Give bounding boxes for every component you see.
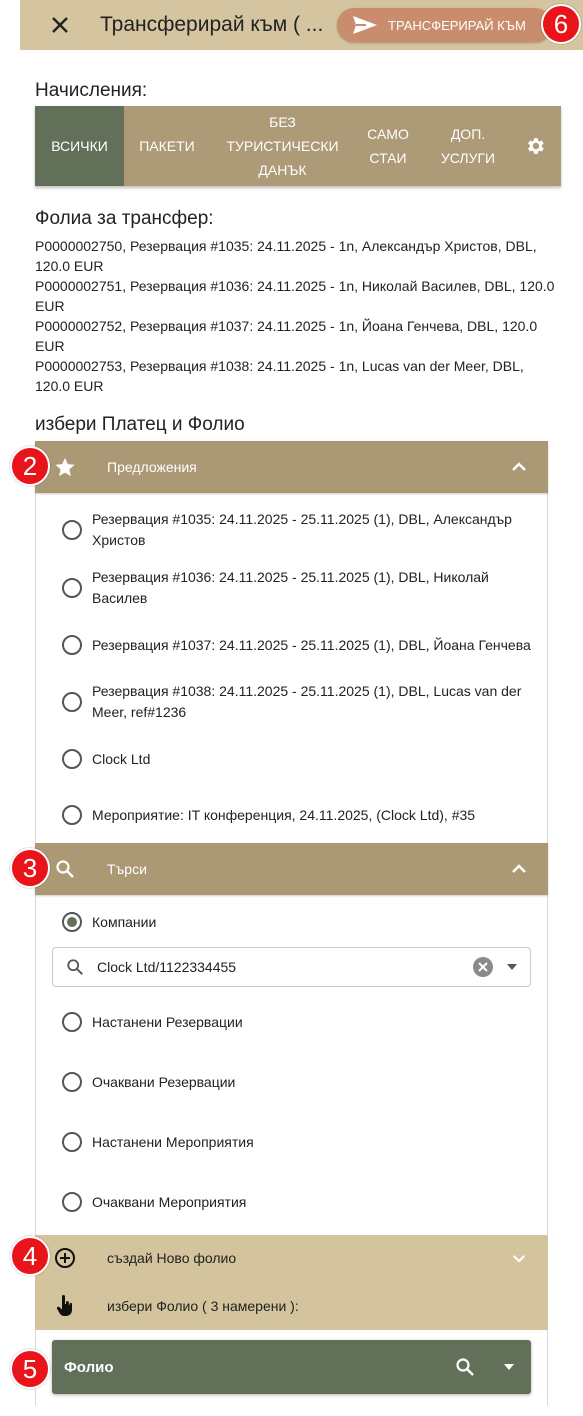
step-badge-4: 4 [10, 1236, 50, 1276]
star-icon [55, 457, 75, 477]
step-badge-5: 5 [10, 1349, 50, 1389]
radio-button[interactable] [62, 635, 82, 655]
chevron-up-icon [512, 462, 526, 471]
clear-button[interactable] [472, 956, 494, 978]
radio-button[interactable] [62, 1192, 82, 1212]
folio-select[interactable]: Фолио [52, 1340, 531, 1394]
charges-tabs: ВСИЧКИ ПАКЕТИ БЕЗ ТУРИСТИЧЕСКИ ДАНЪК САМ… [35, 106, 561, 186]
charges-settings-button[interactable] [515, 106, 555, 186]
folio-search-button[interactable] [443, 1357, 487, 1377]
radio-button[interactable] [62, 578, 82, 598]
choose-folio-row: избери Фолио ( 3 намерени ): [35, 1281, 548, 1330]
folios-title: Фолиа за трансфер: [35, 208, 214, 229]
step-badge-6: 6 [541, 4, 581, 44]
suggestion-option[interactable]: Резервация #1036: 24.11.2025 - 25.11.202… [62, 566, 532, 610]
new-folio-header[interactable]: създай Ново фолио [35, 1235, 548, 1281]
folio-line: P0000002750, Резервация #1035: 24.11.202… [35, 238, 537, 274]
radio-button[interactable] [62, 692, 82, 712]
search-icon [456, 1358, 474, 1376]
folios-list: P0000002750, Резервация #1035: 24.11.202… [35, 236, 555, 396]
send-icon [353, 16, 377, 34]
gear-icon [528, 138, 544, 154]
search-type-expected-events[interactable]: Очаквани Мероприятия [62, 1191, 532, 1213]
chevron-up-icon [512, 864, 526, 873]
folio-line: P0000002751, Резервация #1036: 24.11.202… [35, 278, 555, 314]
charges-title: Начисления: [35, 80, 148, 101]
search-icon [67, 959, 83, 975]
radio-button[interactable] [62, 1132, 82, 1152]
top-bar: Трансферирай към ( ... ТРАНСФЕРИРАЙ КЪМ [20, 0, 583, 50]
suggestions-label: Предложения [107, 459, 197, 475]
step-badge-2: 2 [10, 446, 50, 486]
company-search-input[interactable]: Clock Ltd/1122334455 [97, 959, 472, 975]
dialog-title: Трансферирай към ( ... [100, 13, 324, 36]
transfer-to-button[interactable]: ТРАНСФЕРИРАЙ КЪМ [337, 8, 552, 42]
payer-title: избери Платец и Фолио [35, 414, 245, 435]
radio-button[interactable] [62, 749, 82, 769]
suggestion-option[interactable]: Резервация #1035: 24.11.2025 - 25.11.202… [62, 508, 532, 552]
suggestion-option[interactable]: Резервация #1038: 24.11.2025 - 25.11.202… [62, 680, 532, 724]
chevron-down-icon [507, 964, 517, 970]
radio-button-selected[interactable] [62, 912, 82, 932]
dropdown-button[interactable] [494, 963, 530, 971]
suggestions-header[interactable]: Предложения [35, 441, 548, 493]
new-folio-label: създай Ново фолио [107, 1250, 237, 1266]
folio-dropdown-button[interactable] [487, 1363, 531, 1371]
suggestion-option[interactable]: Мероприятие: IT конференция, 24.11.2025,… [62, 804, 532, 826]
search-type-expected-reservations[interactable]: Очаквани Резервации [62, 1071, 532, 1093]
search-type-companies[interactable]: Компании [62, 911, 532, 933]
choose-folio-label: избери Фолио ( 3 намерени ): [107, 1297, 299, 1314]
suggestion-option[interactable]: Clock Ltd [62, 748, 532, 770]
pointer-hand-icon [56, 1294, 72, 1316]
search-type-checked-in-reservations[interactable]: Настанени Резервации [62, 1011, 532, 1033]
search-label: Търси [107, 861, 147, 877]
close-button[interactable] [46, 8, 74, 42]
company-search-field[interactable]: Clock Ltd/1122334455 [52, 947, 531, 987]
tab-all[interactable]: ВСИЧКИ [35, 106, 124, 186]
tab-extra-services[interactable]: ДОП. УСЛУГИ [421, 106, 515, 186]
chevron-down-icon [504, 1364, 514, 1370]
radio-button[interactable] [62, 1072, 82, 1092]
close-icon [52, 17, 68, 33]
tab-no-tourist-tax[interactable]: БЕЗ ТУРИСТИЧЕСКИ ДАНЪК [210, 106, 355, 186]
search-type-checked-in-events[interactable]: Настанени Мероприятия [62, 1131, 532, 1153]
radio-button[interactable] [62, 1012, 82, 1032]
step-badge-3: 3 [10, 848, 50, 888]
folio-line: P0000002753, Резервация #1038: 24.11.202… [35, 358, 524, 394]
folio-select-label: Фолио [64, 1358, 114, 1376]
search-header[interactable]: Търси [35, 843, 548, 895]
add-circle-icon [55, 1248, 75, 1268]
radio-button[interactable] [62, 805, 82, 825]
suggestion-option[interactable]: Резервация #1037: 24.11.2025 - 25.11.202… [62, 634, 532, 656]
transfer-to-label: ТРАНСФЕРИРАЙ КЪМ [388, 17, 526, 33]
tab-packages[interactable]: ПАКЕТИ [124, 106, 210, 186]
radio-button[interactable] [62, 520, 82, 540]
clear-icon [473, 957, 493, 977]
chevron-down-icon [513, 1254, 525, 1263]
search-icon [56, 860, 74, 878]
tab-rooms-only[interactable]: САМО СТАИ [355, 106, 421, 186]
folio-line: P0000002752, Резервация #1037: 24.11.202… [35, 318, 538, 354]
